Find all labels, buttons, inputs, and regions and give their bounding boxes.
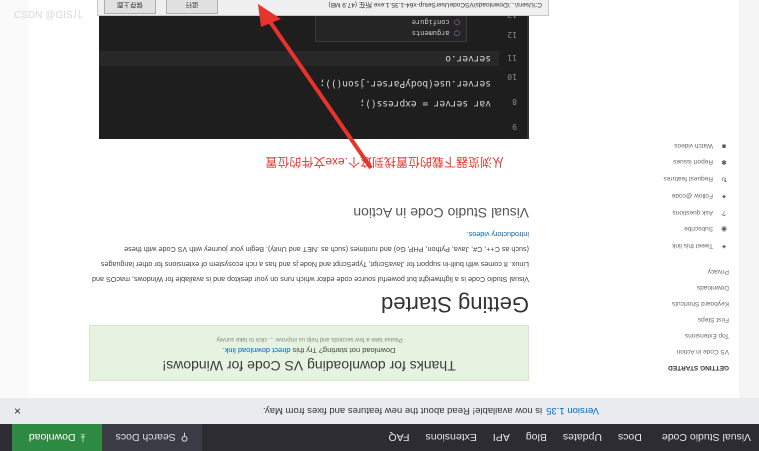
csdn-watermark: CSDN @GIS儿 bbox=[14, 10, 83, 21]
arrow-shaft bbox=[262, 11, 373, 170]
page-root: Visual Studio Code Docs Updates Blog API… bbox=[0, 0, 759, 451]
arrow-head bbox=[258, 4, 281, 27]
red-annotation-arrow bbox=[258, 4, 373, 170]
